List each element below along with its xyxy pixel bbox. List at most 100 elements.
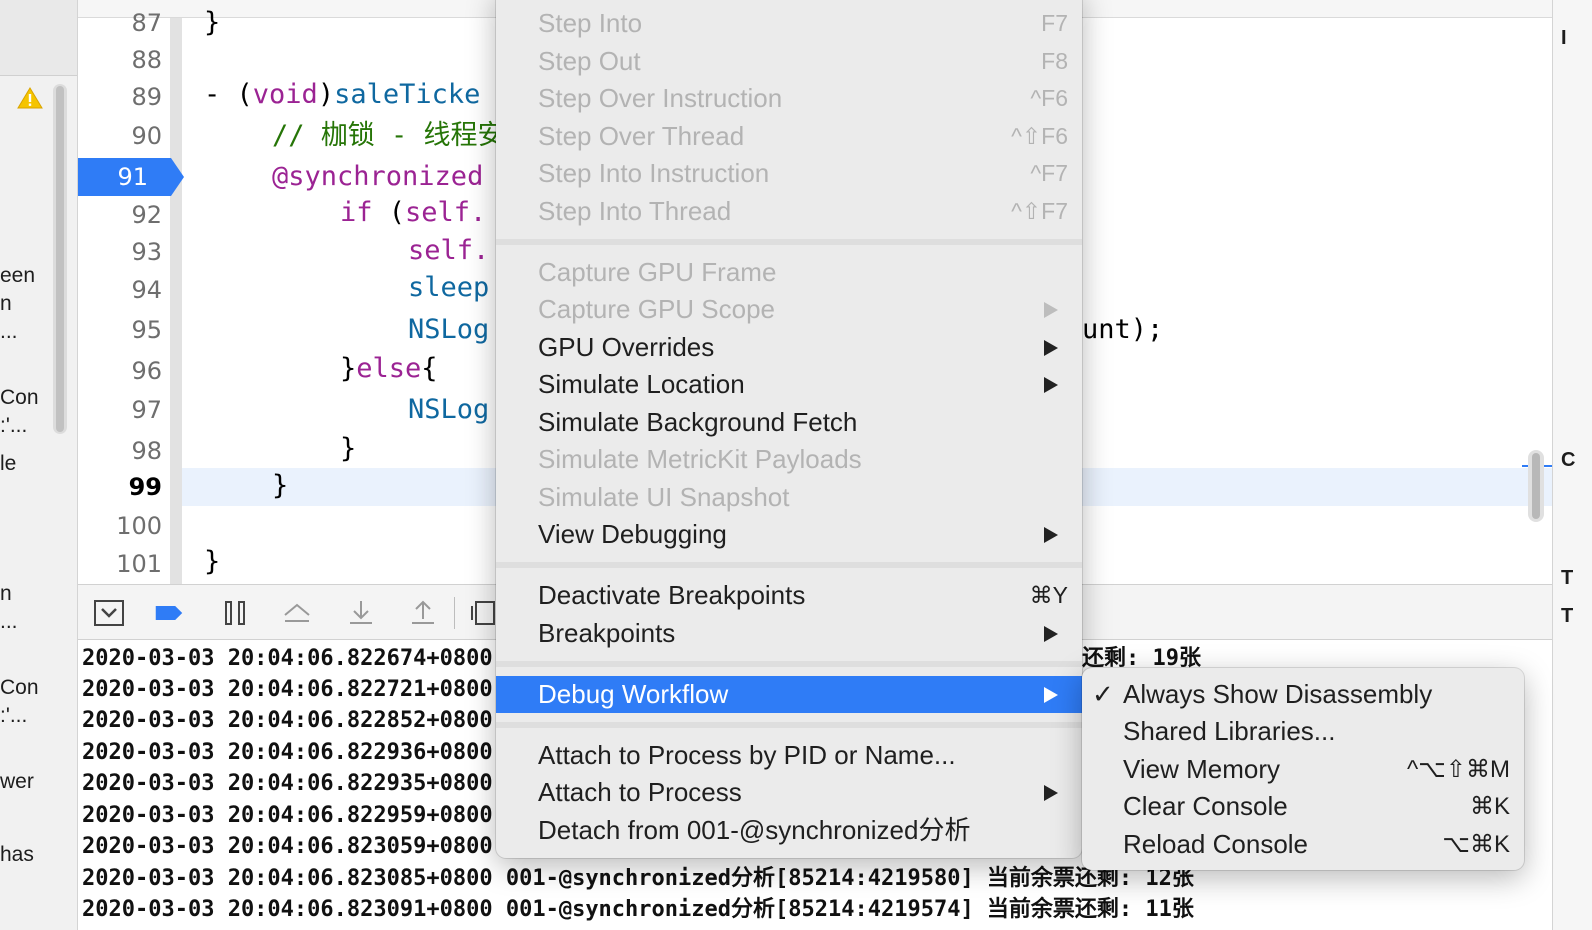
menu-item-detach[interactable]: Detach from 001-@synchronized分析 [496,812,1082,849]
line-number: 100 [116,512,162,540]
submenu-arrow-icon [1044,377,1058,393]
menu-item-simulate-location[interactable]: Simulate Location [496,366,1082,403]
code-line[interactable]: self. [408,232,489,270]
console-line: 2020-03-03 20:04:06.822721+0800 [82,677,493,702]
inspector-text: C [1561,449,1576,471]
code-comment[interactable]: // 枷锁 - 线程安 [272,117,505,155]
inspector-panel: I C T T [1552,0,1592,930]
menu-separator [496,562,1082,568]
inspector-text: I [1561,27,1567,49]
console-line: 2020-03-03 20:04:06.822959+0800 [82,803,493,828]
menu-item-simulate-background-fetch[interactable]: Simulate Background Fetch [496,404,1082,441]
breakpoint-marker[interactable]: 91 [78,158,184,196]
gutter-ribbon[interactable] [170,18,182,584]
breakpoints-toggle-icon[interactable] [154,599,184,627]
menu-item-deactivate-breakpoints[interactable]: Deactivate Breakpoints ⌘Y [496,577,1082,614]
submenu-item-clear-console[interactable]: Clear Console ⌘K [1082,788,1524,825]
menu-item-step-out[interactable]: Step Out F8 [496,43,1082,80]
console-line: 2020-03-03 20:04:06.822936+0800 [82,740,493,765]
navigator-text: le [0,452,17,475]
step-over-icon[interactable] [282,599,312,627]
line-number: 89 [131,83,162,111]
line-number: 95 [131,316,162,344]
menu-item-capture-gpu-scope[interactable]: Capture GPU Scope [496,291,1082,328]
step-out-icon[interactable] [408,599,438,627]
debug-workflow-submenu: ✓ Always Show Disassembly Shared Librarie… [1082,668,1524,870]
inspector-text: T [1561,605,1574,627]
submenu-arrow-icon [1044,687,1058,703]
code-line[interactable]: @synchronized [272,158,483,196]
code-line[interactable]: } [272,467,288,505]
menu-item-breakpoints[interactable]: Breakpoints [496,615,1082,652]
menu-item-capture-gpu-frame[interactable]: Capture GPU Frame [496,254,1082,291]
submenu-item-always-show-disassembly[interactable]: ✓ Always Show Disassembly [1082,676,1524,713]
navigator-text: n [0,292,12,315]
submenu-arrow-icon [1044,527,1058,543]
code-line[interactable]: - (void)saleTicke [204,76,480,114]
submenu-arrow-icon [1044,785,1058,801]
code-line[interactable]: }else{ [340,350,438,388]
code-line[interactable]: } [340,430,356,468]
debug-menu: Step Into F7 Step Out F8 Step Over Instruc… [496,0,1082,858]
line-number: 92 [131,201,162,229]
breakpoint-line-number: 91 [117,163,148,191]
code-line-tail[interactable]: unt); [1082,311,1163,349]
inspector-text: T [1561,567,1574,589]
navigator-text: Con [0,676,39,699]
line-number: 94 [131,276,162,304]
menu-item-step-into[interactable]: Step Into F7 [496,5,1082,42]
code-line[interactable]: NSLog [408,311,489,349]
line-number-current: 99 [128,473,162,501]
code-line[interactable]: if (self. [340,194,486,232]
console-line: 2020-03-03 20:04:06.822852+0800 [82,708,493,733]
navigator-panel: een n ... Con :'... le n ... Con :'... w… [0,0,78,930]
console-line: 2020-03-03 20:04:06.823059+0800 [82,834,493,859]
code-line[interactable]: } [204,4,220,42]
warning-icon[interactable] [17,87,43,109]
menu-item-debug-workflow[interactable]: Debug Workflow [496,676,1082,713]
menu-separator [496,722,1082,728]
navigator-header [0,0,77,76]
menu-item-simulate-ui-snapshot[interactable]: Simulate UI Snapshot [496,479,1082,516]
line-number: 87 [131,9,162,37]
hide-debug-area-icon[interactable] [94,599,124,627]
line-number: 101 [116,550,162,578]
editor-scrollbar[interactable] [1528,450,1544,522]
menu-item-step-into-instruction[interactable]: Step Into Instruction ^F7 [496,155,1082,192]
menu-separator [496,661,1082,667]
submenu-item-shared-libraries[interactable]: Shared Libraries... [1082,713,1524,750]
pause-icon[interactable] [220,599,250,627]
navigator-text: Con [0,386,39,409]
line-number: 97 [131,396,162,424]
navigator-text: :'... [0,704,28,727]
submenu-item-reload-console[interactable]: Reload Console ⌥⌘K [1082,826,1524,863]
menu-item-step-into-thread[interactable]: Step Into Thread ^⇧F7 [496,193,1082,230]
navigator-scrollbar[interactable] [53,84,67,434]
code-line[interactable]: sleep [408,269,489,307]
navigator-text: een [0,264,36,287]
menu-separator [496,239,1082,245]
line-number: 98 [131,437,162,465]
menu-item-attach-by-pid[interactable]: Attach to Process by PID or Name... [496,737,1082,774]
menu-item-step-over-thread[interactable]: Step Over Thread ^⇧F6 [496,118,1082,155]
console-line: 2020-03-03 20:04:06.822674+0800 [82,646,493,671]
console-line: 2020-03-03 20:04:06.823085+0800 001-@syn… [82,866,1194,891]
navigator-text: has [0,843,34,866]
code-line[interactable]: NSLog [408,391,489,429]
navigator-text: wer [0,770,34,793]
step-into-icon[interactable] [346,599,376,627]
menu-item-step-over-instruction[interactable]: Step Over Instruction ^F6 [496,80,1082,117]
code-line[interactable]: } [204,543,220,581]
menu-item-attach-to-process[interactable]: Attach to Process [496,774,1082,811]
console-line: 2020-03-03 20:04:06.823091+0800 001-@syn… [82,897,1194,922]
menu-item-gpu-overrides[interactable]: GPU Overrides [496,329,1082,366]
navigator-text: n [0,582,12,605]
menu-item-view-debugging[interactable]: View Debugging [496,516,1082,553]
menu-item-simulate-metrickit[interactable]: Simulate MetricKit Payloads [496,441,1082,478]
submenu-item-view-memory[interactable]: View Memory ^⌥⇧⌘M [1082,751,1524,788]
console-line: 2020-03-03 20:04:06.822935+0800 [82,771,493,796]
line-number: 90 [131,122,162,150]
submenu-arrow-icon [1044,626,1058,642]
navigator-text: ... [0,320,18,343]
navigator-text: :'... [0,414,28,437]
